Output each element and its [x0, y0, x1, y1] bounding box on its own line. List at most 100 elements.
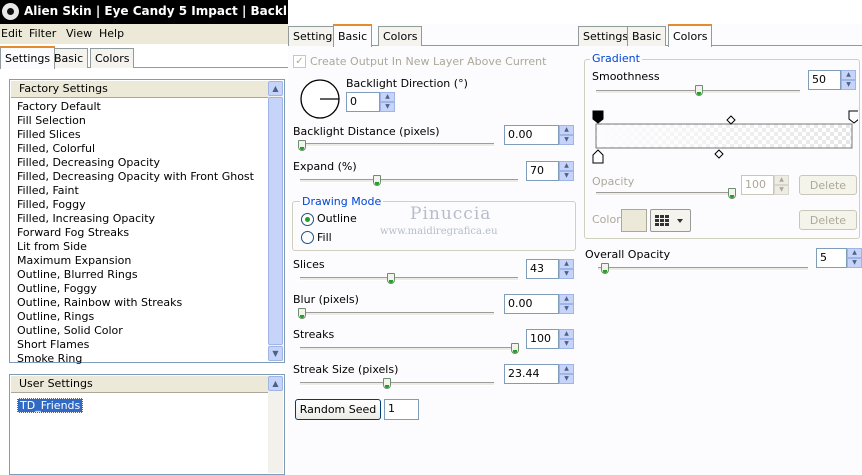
- random-seed-button[interactable]: Random Seed: [295, 399, 381, 420]
- menu-help[interactable]: Help: [99, 27, 124, 40]
- list-item[interactable]: Filled, Foggy: [17, 198, 86, 211]
- backlight-distance-field[interactable]: 0.00: [504, 125, 559, 145]
- smoothness-field[interactable]: 50: [808, 70, 841, 90]
- slices-spinner[interactable]: ▲ ▼: [559, 259, 574, 279]
- expand-field[interactable]: 70: [526, 161, 559, 181]
- expand-slider[interactable]: [373, 175, 381, 186]
- factory-settings-header: Factory Settings: [11, 81, 268, 98]
- random-seed-field[interactable]: 1: [384, 399, 419, 420]
- overall-opacity-slider[interactable]: [601, 263, 609, 274]
- opacity-delete-button[interactable]: Delete: [799, 175, 857, 195]
- color-delete-button[interactable]: Delete: [799, 210, 857, 230]
- tab-settings[interactable]: Settings: [578, 26, 634, 46]
- tab-basic[interactable]: Basic: [627, 26, 667, 46]
- list-item[interactable]: Short Flames: [17, 338, 89, 351]
- gradient-editor[interactable]: [590, 108, 858, 166]
- backlight-direction-field[interactable]: 0: [346, 92, 380, 112]
- fill-radio[interactable]: [301, 231, 314, 244]
- list-item[interactable]: Filled, Faint: [17, 184, 79, 197]
- scroll-down-icon[interactable]: ▼: [268, 346, 283, 361]
- tab-settings[interactable]: Settings: [0, 46, 56, 69]
- streak-size-spinner[interactable]: ▲ ▼: [559, 364, 574, 384]
- scroll-up-icon[interactable]: ▲: [268, 81, 283, 96]
- color-label: Color: [592, 213, 621, 226]
- list-item[interactable]: Forward Fog Streaks: [17, 226, 129, 239]
- blur-track: [300, 312, 494, 316]
- window-title: Alien Skin | Eye Candy 5 Impact | Backli…: [24, 4, 314, 18]
- opacity-slider[interactable]: [728, 188, 736, 199]
- basic-tab-strip: Settings Basic Colors: [288, 24, 578, 47]
- tab-basic[interactable]: Basic: [333, 24, 373, 47]
- streak-size-slider[interactable]: [383, 378, 391, 389]
- color-grid-icon: [655, 215, 683, 226]
- slices-slider[interactable]: [387, 273, 395, 284]
- scroll-thumb[interactable]: [268, 97, 283, 345]
- expand-track: [300, 179, 518, 183]
- opacity-spinner[interactable]: ▲ ▼: [774, 175, 789, 195]
- streaks-field[interactable]: 100: [526, 329, 559, 349]
- list-item[interactable]: Filled, Colorful: [17, 142, 95, 155]
- app-logo-icon: [2, 3, 19, 20]
- smoothness-label: Smoothness: [592, 70, 660, 83]
- blur-slider[interactable]: [298, 308, 306, 319]
- list-item[interactable]: Lit from Side: [17, 240, 87, 253]
- list-item[interactable]: Fill Selection: [17, 114, 86, 127]
- expand-spinner[interactable]: ▲ ▼: [559, 161, 574, 181]
- blur-spinner[interactable]: ▲ ▼: [559, 294, 574, 314]
- user-settings-header: User Settings: [11, 376, 268, 393]
- watermark-site: www.maidiregrafica.eu: [380, 226, 498, 237]
- backlight-distance-spinner[interactable]: ▲ ▼: [559, 125, 574, 145]
- backlight-distance-label: Backlight Distance (pixels): [293, 125, 440, 138]
- color-picker-button[interactable]: [650, 209, 691, 232]
- menu-view[interactable]: View: [66, 27, 92, 40]
- overall-opacity-field[interactable]: 5: [816, 248, 847, 268]
- tab-colors[interactable]: Colors: [378, 26, 423, 46]
- user-settings-list[interactable]: User Settings ▲ TD_Friends: [9, 374, 285, 475]
- user-list-scrollbar[interactable]: ▲: [268, 376, 283, 473]
- menu-filter[interactable]: Filter: [29, 27, 56, 40]
- list-item[interactable]: Smoke Ring: [17, 352, 82, 365]
- list-item[interactable]: Filled, Increasing Opacity: [17, 212, 155, 225]
- gradient-title: Gradient: [590, 52, 642, 65]
- streaks-label: Streaks: [293, 328, 335, 341]
- outline-radio[interactable]: [301, 213, 314, 226]
- factory-list-scrollbar[interactable]: ▲ ▼: [268, 81, 283, 361]
- list-item[interactable]: Outline, Rings: [17, 310, 94, 323]
- outline-label: Outline: [317, 212, 357, 225]
- blur-field[interactable]: 0.00: [504, 294, 559, 314]
- overall-opacity-spinner[interactable]: ▲ ▼: [847, 248, 862, 268]
- backlight-distance-slider[interactable]: [298, 140, 306, 151]
- overall-opacity-track: [598, 267, 808, 271]
- create-output-checkbox[interactable]: ✓: [293, 55, 306, 68]
- overall-opacity-label: Overall Opacity: [585, 248, 671, 261]
- streak-size-track: [300, 382, 494, 386]
- list-item[interactable]: Outline, Foggy: [17, 282, 97, 295]
- slices-field[interactable]: 43: [526, 259, 559, 279]
- list-item[interactable]: Factory Default: [17, 100, 101, 113]
- backlight-direction-spinner[interactable]: ▲ ▼: [380, 92, 395, 112]
- tab-colors[interactable]: Colors: [90, 48, 135, 68]
- factory-settings-list[interactable]: Factory Settings ▲ ▼ Factory Default Fill…: [9, 79, 285, 365]
- list-item[interactable]: Outline, Rainbow with Streaks: [17, 296, 182, 309]
- menu-edit[interactable]: Edit: [1, 27, 22, 40]
- tab-colors[interactable]: Colors: [668, 24, 713, 47]
- color-swatch[interactable]: [621, 209, 647, 232]
- direction-dial-icon[interactable]: [299, 78, 341, 120]
- streaks-slider[interactable]: [511, 343, 519, 354]
- user-setting-item[interactable]: TD_Friends: [17, 398, 84, 413]
- streaks-spinner[interactable]: ▲ ▼: [559, 329, 574, 349]
- backlight-distance-track: [300, 143, 494, 147]
- list-item[interactable]: Filled Slices: [17, 128, 81, 141]
- opacity-field[interactable]: 100: [741, 175, 774, 195]
- smoothness-spinner[interactable]: ▲ ▼: [841, 70, 856, 90]
- list-item[interactable]: Filled, Decreasing Opacity with Front Gh…: [17, 170, 254, 183]
- list-item[interactable]: Outline, Solid Color: [17, 324, 123, 337]
- list-item[interactable]: Filled, Decreasing Opacity: [17, 156, 160, 169]
- slices-track: [300, 277, 518, 281]
- streak-size-field[interactable]: 23.44: [504, 364, 559, 384]
- smoothness-slider[interactable]: [695, 85, 703, 96]
- title-bar: Alien Skin | Eye Candy 5 Impact | Backli…: [0, 0, 314, 24]
- list-item[interactable]: Outline, Blurred Rings: [17, 268, 138, 281]
- list-item[interactable]: Maximum Expansion: [17, 254, 131, 267]
- scroll-up-icon[interactable]: ▲: [268, 376, 283, 391]
